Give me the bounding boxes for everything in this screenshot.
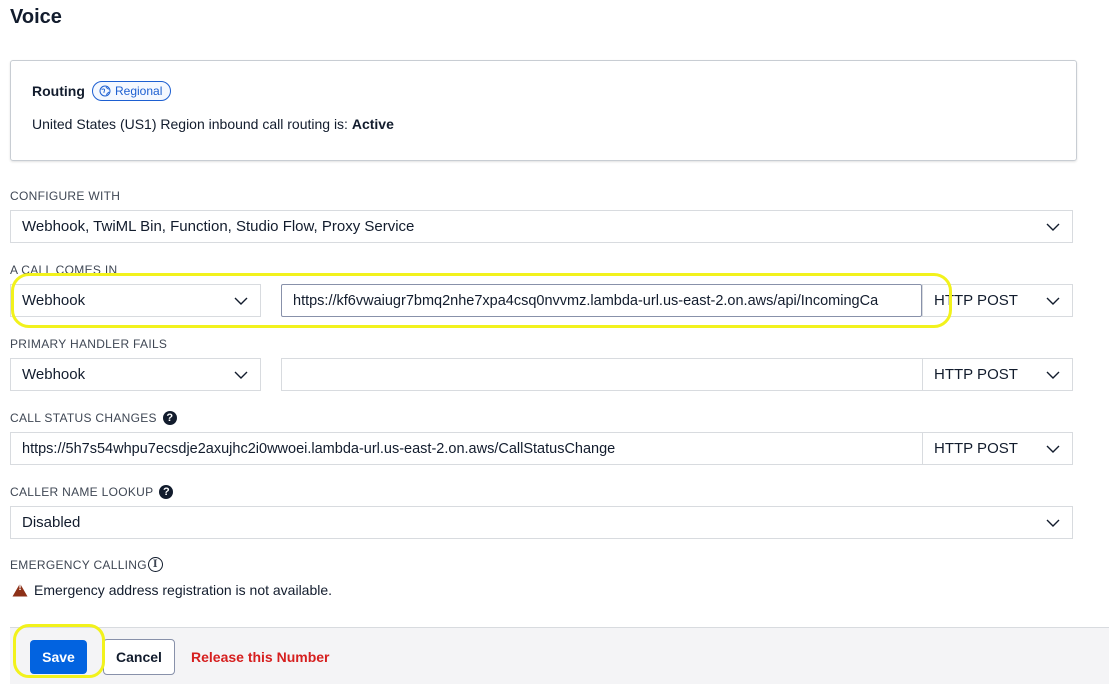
call-status-changes-heading: CALL STATUS CHANGES ? [10,411,177,425]
chevron-down-icon [1046,519,1060,527]
cancel-button[interactable]: Cancel [103,639,175,675]
caller-name-lookup-value: Disabled [22,514,81,531]
help-icon[interactable]: ? [159,485,174,499]
call-status-changes-label: CALL STATUS CHANGES [10,411,157,425]
caller-name-lookup-heading: CALLER NAME LOOKUP ? [10,485,174,499]
help-icon[interactable]: ? [162,411,177,425]
configure-with-select[interactable]: Webhook, TwiML Bin, Function, Studio Flo… [10,210,1073,243]
warning-glyph: ! [18,582,22,593]
regional-badge: Regional [92,81,172,101]
call-comes-in-method-value: HTTP POST [934,292,1018,309]
globe-icon [99,85,111,97]
page-title: Voice [10,6,62,28]
emergency-calling-label: EMERGENCY CALLING [10,557,147,572]
configure-with-value: Webhook, TwiML Bin, Function, Studio Flo… [22,218,415,235]
primary-handler-type-value: Webhook [22,366,86,383]
call-comes-in-type-value: Webhook [22,292,86,309]
primary-handler-fails-label: PRIMARY HANDLER FAILS [10,337,168,351]
chevron-down-icon [1046,445,1060,453]
call-status-url-input[interactable]: https://5h7s54whpu7ecsdje2axujhc2i0wwoei… [10,432,923,465]
release-number-link[interactable]: Release this Number [191,649,330,665]
primary-handler-method-value: HTTP POST [934,366,1018,383]
chevron-down-icon [1046,297,1060,305]
primary-handler-method-select[interactable]: HTTP POST [922,358,1073,391]
emergency-message: Emergency address registration is not av… [34,582,333,598]
chevron-down-icon [1046,223,1060,231]
emergency-warning: ! Emergency address registration is not … [12,582,332,598]
routing-status: United States (US1) Region inbound call … [32,116,394,132]
routing-label: Routing [32,83,85,99]
call-status-url-value: https://5h7s54whpu7ecsdje2axujhc2i0wwoei… [22,440,616,457]
footer-bar: Save Cancel Release this Number [10,627,1109,684]
call-comes-in-type-select[interactable]: Webhook [10,284,261,317]
chevron-down-icon [234,371,248,379]
caller-name-lookup-label: CALLER NAME LOOKUP [10,485,154,499]
info-icon[interactable]: i [147,557,163,572]
call-comes-in-url-input[interactable]: https://kf6vwaiugr7bmq2nhe7xpa4csq0nvvmz… [281,284,922,317]
primary-handler-url-input[interactable] [281,358,923,391]
call-status-method-value: HTTP POST [934,440,1018,457]
routing-panel: Routing Regional United States (US1) Reg… [10,60,1077,161]
badge-label: Regional [115,84,163,98]
call-status-method-select[interactable]: HTTP POST [922,432,1073,465]
routing-status-prefix: United States (US1) Region inbound call … [32,116,348,132]
chevron-down-icon [234,297,248,305]
caller-name-lookup-select[interactable]: Disabled [10,506,1073,539]
emergency-calling-heading: EMERGENCY CALLING i [10,557,163,572]
chevron-down-icon [1046,371,1060,379]
call-comes-in-label: A CALL COMES IN [10,263,118,277]
call-comes-in-method-select[interactable]: HTTP POST [922,284,1073,317]
save-button[interactable]: Save [30,640,87,674]
routing-status-value: Active [351,116,394,132]
configure-with-label: CONFIGURE WITH [10,189,121,203]
primary-handler-type-select[interactable]: Webhook [10,358,261,391]
